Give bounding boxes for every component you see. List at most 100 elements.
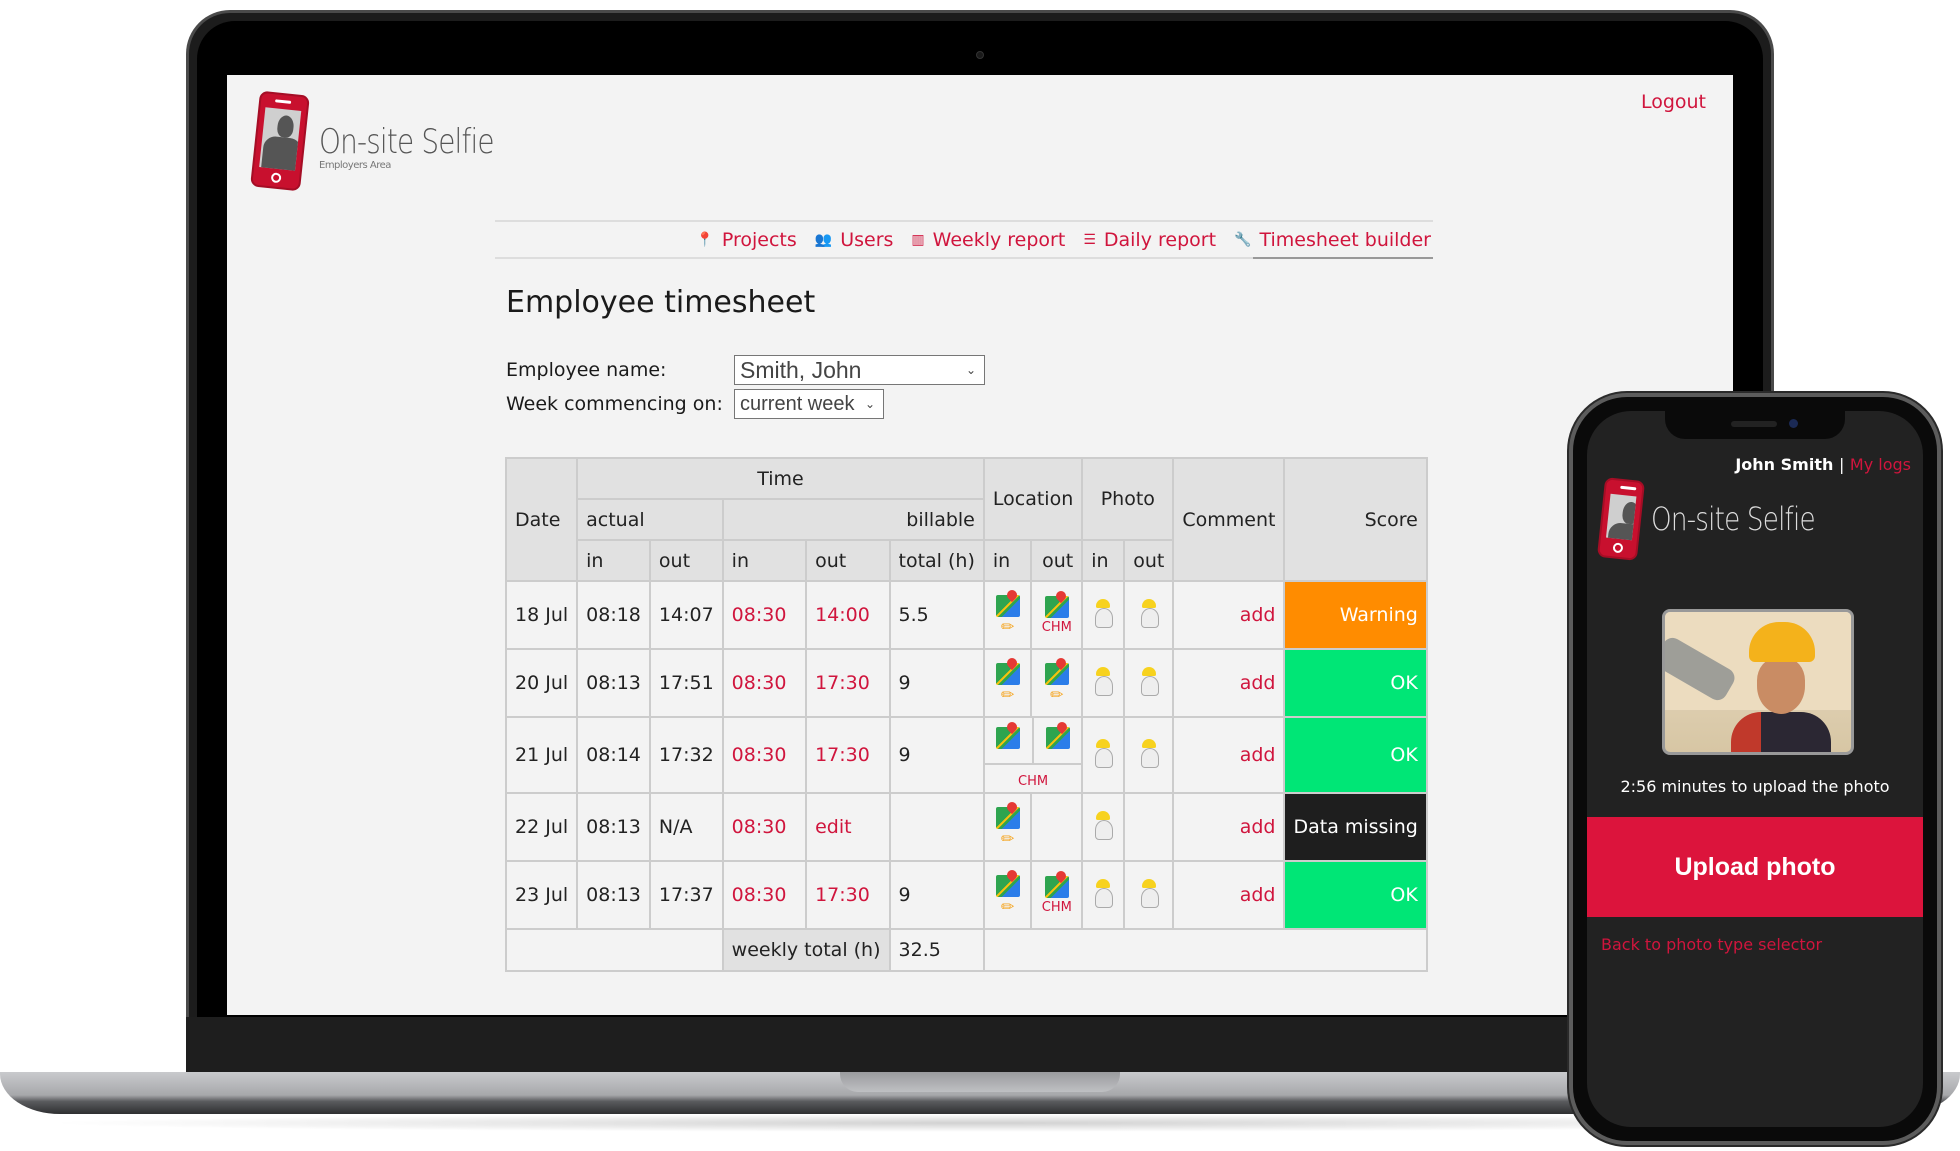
footer-spacer-right: [982, 928, 1428, 972]
pencil-icon[interactable]: ✏: [1050, 687, 1063, 703]
worker-photo-icon[interactable]: [1091, 738, 1115, 768]
map-icon[interactable]: [995, 807, 1020, 829]
logout-link[interactable]: Logout: [1641, 91, 1706, 113]
employee-select[interactable]: Smith, John ⌄: [734, 355, 985, 385]
billable-in-cell[interactable]: 08:30: [721, 580, 808, 650]
location-cell: ✏: [982, 860, 1033, 930]
add-comment-link[interactable]: add: [1240, 816, 1276, 838]
add-comment-link[interactable]: add: [1240, 884, 1276, 906]
upload-timer: 2:56 minutes to upload the photo: [1620, 777, 1890, 796]
map-icon[interactable]: [1044, 875, 1069, 898]
separator: |: [1838, 455, 1845, 474]
location-tag[interactable]: CHM: [1042, 620, 1072, 635]
billable-out-cell[interactable]: 17:30: [805, 648, 891, 718]
location-cell: ✏: [982, 580, 1033, 650]
worker-photo-icon[interactable]: [1091, 666, 1115, 696]
table-row: 23 Jul 08:13 17:37 08:30 17:30 9 ✏ CHM add OK: [504, 860, 1428, 930]
total-cell: 9: [888, 648, 985, 718]
billable-out-cell[interactable]: edit: [805, 792, 891, 862]
footer-spacer: [505, 928, 724, 972]
billable-in-cell[interactable]: 08:30: [721, 716, 808, 794]
location-cell: ✏: [982, 792, 1033, 862]
nav-item-daily-report[interactable]: ☰ Daily report: [1083, 229, 1216, 251]
actual-in-cell: 08:13: [576, 648, 651, 718]
nav-item-timesheet-builder[interactable]: 🔧 Timesheet builder: [1234, 229, 1431, 251]
worker-photo-icon[interactable]: [1137, 738, 1161, 768]
comment-cell: add: [1172, 716, 1286, 794]
total-cell: 9: [888, 716, 985, 794]
map-icon[interactable]: [995, 663, 1020, 685]
map-icon[interactable]: [1044, 595, 1069, 618]
billable-out-cell[interactable]: 14:00: [805, 580, 891, 650]
photo-out-cell: [1123, 580, 1175, 650]
pencil-icon[interactable]: ✏: [1001, 619, 1014, 635]
photo-in-cell: [1081, 580, 1126, 650]
pencil-icon[interactable]: ✏: [1001, 899, 1014, 915]
billable-out-cell[interactable]: 17:30: [805, 716, 891, 794]
nav-item-users[interactable]: 👥 Users: [815, 229, 894, 251]
map-icon[interactable]: [995, 595, 1020, 617]
location-tag[interactable]: CHM: [1018, 774, 1048, 789]
billable-out-cell[interactable]: 17:30: [805, 860, 891, 930]
add-comment-link[interactable]: add: [1240, 604, 1276, 626]
add-comment-link[interactable]: add: [1240, 672, 1276, 694]
header-location: Location: [982, 457, 1084, 541]
comment-cell: add: [1172, 860, 1286, 930]
location-cell-shared: CHM: [982, 716, 1084, 794]
worker-photo-icon[interactable]: [1137, 666, 1161, 696]
my-logs-link[interactable]: My logs: [1850, 455, 1911, 474]
header-actual-in: in: [576, 539, 651, 582]
upload-photo-button[interactable]: Upload photo: [1587, 817, 1923, 917]
users-icon: 👥: [814, 231, 833, 248]
back-to-photo-type-link[interactable]: Back to photo type selector: [1601, 935, 1822, 954]
billable-in-cell[interactable]: 08:30: [721, 792, 808, 862]
score-badge: OK: [1283, 716, 1428, 794]
phone-selfie-icon: [250, 90, 310, 192]
billable-in-cell[interactable]: 08:30: [721, 648, 808, 718]
total-cell: 9: [888, 860, 985, 930]
location-tag[interactable]: CHM: [1042, 900, 1072, 915]
brand-logo[interactable]: On-site Selfie Employers Area: [250, 90, 532, 192]
table-row: 20 Jul 08:13 17:51 08:30 17:30 9 ✏ ✏ add OK: [504, 648, 1428, 718]
score-badge: OK: [1283, 648, 1428, 718]
map-icon[interactable]: [996, 727, 1021, 749]
date-cell: 18 Jul: [504, 580, 579, 650]
worker-photo-icon[interactable]: [1091, 878, 1115, 908]
location-cell: ✏: [1030, 648, 1084, 718]
week-select[interactable]: current week ⌄: [734, 389, 884, 419]
nav-item-projects[interactable]: 📍 Projects: [696, 229, 796, 251]
photo-in-cell: [1081, 648, 1126, 718]
photo-out-cell: [1123, 792, 1175, 862]
weekly-total-value: 32.5: [888, 928, 985, 972]
desktop-screen: On-site Selfie Employers Area Logout 📍 Pr…: [227, 75, 1733, 1015]
worker-photo-icon[interactable]: [1137, 598, 1161, 628]
page-title: Employee timesheet: [506, 285, 816, 320]
actual-out-cell: 17:51: [648, 648, 724, 718]
actual-out-cell: 17:32: [648, 716, 724, 794]
add-comment-link[interactable]: add: [1240, 744, 1276, 766]
map-icon[interactable]: [1044, 663, 1069, 685]
score-badge: Data missing: [1283, 792, 1428, 862]
laptop-chin: [186, 1017, 1774, 1072]
worker-photo-icon[interactable]: [1091, 598, 1115, 628]
billable-in-cell[interactable]: 08:30: [721, 860, 808, 930]
pencil-icon[interactable]: ✏: [1001, 687, 1014, 703]
phone-notch: [1665, 411, 1845, 439]
date-cell: 21 Jul: [504, 716, 579, 794]
location-cell: ✏: [982, 648, 1033, 718]
header-time: Time: [576, 457, 985, 500]
worker-photo-icon[interactable]: [1137, 878, 1161, 908]
nav-item-weekly-report[interactable]: ▥ Weekly report: [911, 229, 1065, 251]
header-photo-in: in: [1081, 539, 1126, 582]
comment-cell: add: [1172, 792, 1286, 862]
total-cell: 5.5: [888, 580, 985, 650]
nav-item-label: Projects: [721, 228, 797, 251]
pencil-icon[interactable]: ✏: [1001, 831, 1014, 847]
mobile-user-bar: John Smith | My logs: [1735, 455, 1911, 474]
header-comment: Comment: [1172, 457, 1286, 582]
worker-photo-icon[interactable]: [1091, 810, 1115, 840]
timesheet-table: Date Time Location Photo Comment Score a…: [504, 457, 1428, 972]
map-icon[interactable]: [1045, 727, 1070, 749]
map-icon[interactable]: [995, 875, 1020, 897]
columns-icon: ▥: [911, 231, 925, 248]
